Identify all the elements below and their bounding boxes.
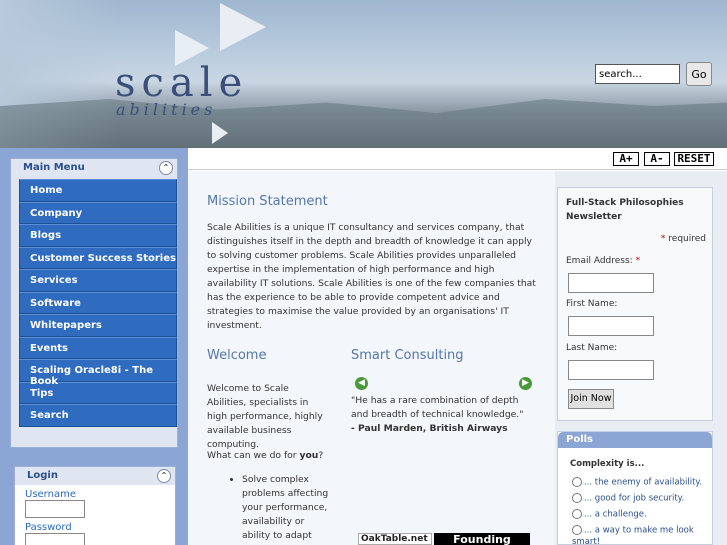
search-input[interactable] <box>595 64 680 84</box>
services-list: Solve complex problems affecting your pe… <box>230 473 330 545</box>
main-content: Mission Statement Scale Abilities is a u… <box>188 171 555 545</box>
radio-icon[interactable] <box>572 477 582 487</box>
main-menu-panel: Main Menu ⌃ Home Company Blogs Customer … <box>10 158 178 448</box>
menu-item-customer-success-stories[interactable]: Customer Success Stories <box>19 246 177 269</box>
last-name-label: Last Name: <box>566 343 618 353</box>
email-label: Email Address: * <box>566 256 641 266</box>
font-increase-button[interactable]: A+ <box>613 152 639 166</box>
menu-item-whitepapers[interactable]: Whitepapers <box>19 314 177 337</box>
radio-icon[interactable] <box>572 525 582 535</box>
menu-item-services[interactable]: Services <box>19 269 177 292</box>
username-field[interactable] <box>25 500 85 518</box>
font-decrease-button[interactable]: A- <box>644 152 670 166</box>
poll-question: Complexity is... <box>570 459 645 469</box>
newsletter-title: Full-Stack Philosophies Newsletter <box>566 198 684 222</box>
previous-arrow-icon[interactable]: ◀ <box>355 377 368 390</box>
poll-option[interactable]: ... good for job security. <box>572 493 684 504</box>
polls-panel: Polls Complexity is... ... the enemy of … <box>557 431 713 545</box>
menu-item-home[interactable]: Home <box>19 179 177 202</box>
required-note: * required <box>660 234 706 244</box>
main-menu: Home Company Blogs Customer Success Stor… <box>19 179 177 427</box>
left-sidebar: Main Menu ⌃ Home Company Blogs Customer … <box>0 148 188 545</box>
smart-consulting-title: Smart Consulting <box>351 348 464 363</box>
first-name-field[interactable] <box>568 316 654 336</box>
site-logo-subtitle: abilities <box>116 100 217 119</box>
search-button[interactable]: Go <box>686 62 712 86</box>
first-name-label: First Name: <box>566 299 618 309</box>
welcome-text: Welcome to Scale Abilities, specialists … <box>207 383 323 450</box>
testimonial-quote: "He has a rare combination of depth and … <box>351 395 524 420</box>
font-size-toolbar: A+ A- RESET <box>188 148 727 170</box>
founding-badge[interactable]: Founding <box>434 533 530 545</box>
poll-option[interactable]: ... the enemy of availability. <box>572 477 702 488</box>
login-panel: Login ⌃ Username Password <box>14 466 176 545</box>
login-title: Login <box>27 470 58 481</box>
poll-option[interactable]: ... a challenge. <box>572 509 647 520</box>
right-sidebar: Full-Stack Philosophies Newsletter * req… <box>555 171 727 545</box>
welcome-title: Welcome <box>207 348 267 363</box>
logo-triangle-icon <box>220 3 266 51</box>
main-menu-title: Main Menu <box>23 162 85 173</box>
username-label: Username <box>25 489 76 500</box>
radio-icon[interactable] <box>572 509 582 519</box>
collapse-icon[interactable]: ⌃ <box>159 161 173 175</box>
collapse-icon[interactable]: ⌃ <box>157 469 171 483</box>
font-reset-button[interactable]: RESET <box>674 152 714 166</box>
radio-icon[interactable] <box>572 493 582 503</box>
oaktable-badge[interactable]: OakTable.net <box>358 533 432 545</box>
last-name-field[interactable] <box>568 360 654 380</box>
logo-triangle-icon <box>212 122 228 144</box>
menu-item-software[interactable]: Software <box>19 291 177 314</box>
poll-option[interactable]: ... a way to make me look smart! <box>572 525 702 545</box>
mission-title: Mission Statement <box>207 194 328 209</box>
menu-item-search[interactable]: Search <box>19 404 177 427</box>
email-field[interactable] <box>568 273 654 293</box>
menu-item-blogs[interactable]: Blogs <box>19 224 177 247</box>
polls-title: Polls <box>558 432 712 448</box>
newsletter-panel: Full-Stack Philosophies Newsletter * req… <box>557 187 713 421</box>
menu-item-scaling-oracle-book[interactable]: Scaling Oracle8i - The Book <box>19 359 177 387</box>
testimonial-author: - Paul Marden, British Airways <box>351 423 508 434</box>
join-now-button[interactable]: Join Now <box>568 389 614 409</box>
next-arrow-icon[interactable]: ▶ <box>519 377 532 390</box>
menu-item-company[interactable]: Company <box>19 201 177 224</box>
welcome-question: What can we do for you? <box>207 450 324 461</box>
password-label: Password <box>25 522 72 533</box>
mission-text: Scale Abilities is a unique IT consultan… <box>207 222 536 331</box>
site-header: scale abilities Go <box>0 0 727 148</box>
menu-item-events[interactable]: Events <box>19 336 177 359</box>
password-field[interactable] <box>25 533 85 545</box>
list-item: Solve complex problems affecting your pe… <box>242 473 330 545</box>
